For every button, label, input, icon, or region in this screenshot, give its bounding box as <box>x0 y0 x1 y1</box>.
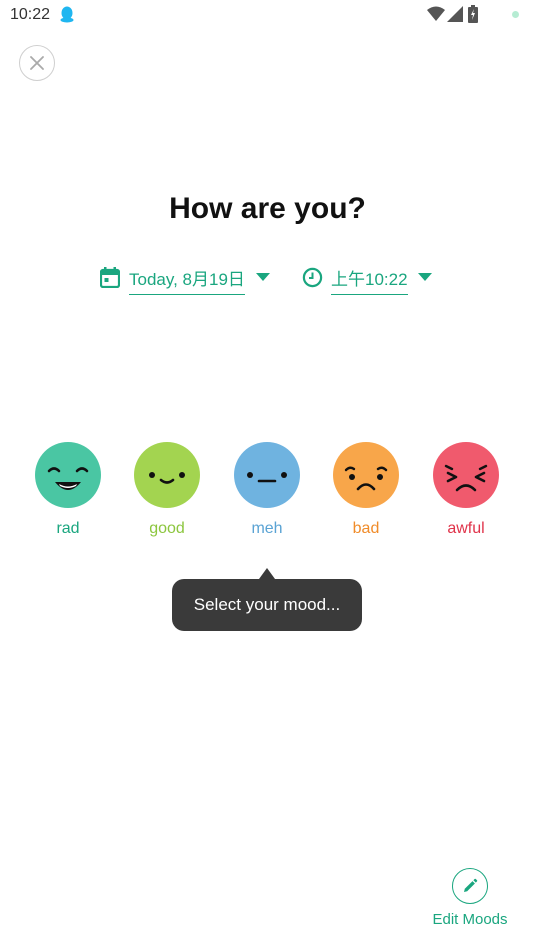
chevron-down-icon <box>418 273 432 281</box>
wifi-icon <box>427 6 445 21</box>
page-title: How are you? <box>169 192 366 225</box>
edit-circle <box>452 868 488 904</box>
awful-face-svg <box>444 464 488 492</box>
good-face-svg <box>149 472 185 484</box>
mood-label: bad <box>352 520 380 537</box>
status-bar: 10:22 <box>0 0 535 30</box>
good-face-icon <box>134 442 200 508</box>
mood-label: good <box>149 520 185 537</box>
rad-face-icon <box>35 442 101 508</box>
pencil-icon <box>464 878 478 892</box>
bad-face-icon <box>333 442 399 508</box>
rad-face-svg <box>47 467 89 490</box>
mood-good[interactable]: good <box>122 442 212 538</box>
meh-face-icon <box>234 442 300 508</box>
chevron-down-icon <box>256 273 270 281</box>
mood-label: rad <box>56 520 80 537</box>
qq-notification-icon <box>60 6 74 23</box>
signal-icon <box>447 6 463 22</box>
close-button[interactable] <box>19 45 55 81</box>
mood-label: meh <box>251 520 283 537</box>
time-picker[interactable]: 上午10:22 <box>300 262 440 295</box>
status-time: 10:22 <box>10 6 51 23</box>
edit-moods-label: Edit Moods <box>432 911 508 928</box>
close-icon <box>30 56 44 70</box>
clock-icon <box>302 267 323 288</box>
time-value: 上午10:22 <box>331 265 408 295</box>
edit-moods-button[interactable]: Edit Moods <box>424 868 516 938</box>
meh-face-svg <box>247 472 287 483</box>
battery-icon <box>468 5 478 23</box>
awful-face-icon <box>433 442 499 508</box>
mood-meh[interactable]: meh <box>222 442 312 538</box>
notification-dot-icon <box>512 11 519 18</box>
date-value: Today, 8月19日 <box>129 265 245 295</box>
mood-rad[interactable]: rad <box>23 442 113 538</box>
date-time-row: Today, 8月19日 上午10:22 <box>0 262 535 296</box>
calendar-icon <box>100 267 120 288</box>
mood-bad[interactable]: bad <box>321 442 411 538</box>
mood-selector: rad good meh bad awful <box>0 442 535 552</box>
mood-tooltip: Select your mood... <box>172 568 362 632</box>
mood-label: awful <box>447 520 485 537</box>
tooltip-arrow <box>259 568 275 579</box>
tooltip-text: Select your mood... <box>172 579 362 631</box>
date-picker[interactable]: Today, 8月19日 <box>98 262 278 295</box>
mood-awful[interactable]: awful <box>421 442 511 538</box>
bad-face-svg <box>344 466 388 491</box>
